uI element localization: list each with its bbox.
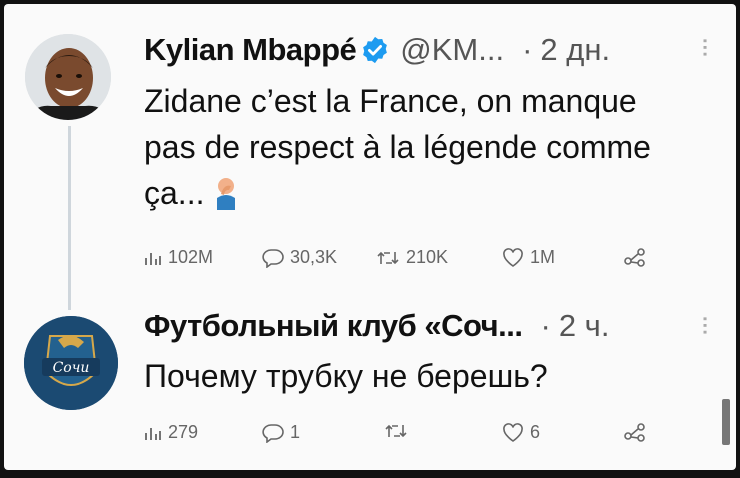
retweet-icon xyxy=(385,424,407,438)
retweet-icon xyxy=(377,251,399,264)
like-icon xyxy=(503,247,523,267)
avatar-mbappe-illustration xyxy=(25,34,111,120)
tweet-header: Футбольный клуб «Соч... · 2 ч. xyxy=(144,308,609,344)
share-icon xyxy=(624,423,645,442)
tweet-text: Zidane c’est la France, on manque pas de… xyxy=(144,78,724,216)
like-count: 1M xyxy=(530,247,556,267)
tweet-text: Почему трубку не берешь? xyxy=(144,358,548,394)
retweet-stat[interactable] xyxy=(384,422,414,440)
reply-count: 30,3K xyxy=(290,247,338,267)
author-name[interactable]: Kylian Mbappé xyxy=(144,32,357,68)
reply-stat[interactable]: 1 xyxy=(262,422,300,443)
reply-icon xyxy=(262,248,284,268)
author-name[interactable]: Футбольный клуб «Соч... xyxy=(144,308,523,344)
tweet-text-line-content: ça... xyxy=(144,175,205,211)
scrollbar[interactable] xyxy=(722,399,730,445)
tweet-time[interactable]: 2 ч. xyxy=(559,308,610,344)
separator-dot: · xyxy=(540,308,551,343)
verified-badge-icon xyxy=(363,36,388,64)
tweet-text-line: pas de respect à la légende comme xyxy=(144,129,651,165)
fc-sochi-logo-icon: Сочи xyxy=(24,316,118,410)
share-button[interactable] xyxy=(624,422,646,442)
author-handle[interactable]: @KM... xyxy=(400,32,504,68)
reply-icon xyxy=(262,423,284,443)
facepalm-emoji-icon xyxy=(217,178,236,210)
tweet-thread: Kylian Mbappé @KM... · 2 дн. ··· Zidane … xyxy=(4,4,736,470)
more-icon[interactable]: ··· xyxy=(693,38,715,58)
retweet-stat[interactable]: 210K xyxy=(376,247,448,268)
tweet-header: Kylian Mbappé @KM... · 2 дн. xyxy=(144,32,610,68)
views-count: 279 xyxy=(168,422,199,442)
fc-sochi-logo-text: Сочи xyxy=(53,360,90,376)
separator-dot: · xyxy=(522,32,533,67)
tweet-text-line: Zidane c’est la France, on manque xyxy=(144,83,637,119)
like-count: 6 xyxy=(530,422,541,442)
views-stat[interactable]: 102M xyxy=(144,247,213,268)
views-stat[interactable]: 279 xyxy=(144,422,198,443)
tweet-text-line: ça... xyxy=(144,170,724,216)
like-stat[interactable]: 6 xyxy=(502,422,540,443)
more-icon[interactable]: ··· xyxy=(693,316,715,336)
retweet-count: 210K xyxy=(406,247,449,267)
like-stat[interactable]: 1M xyxy=(502,247,555,268)
avatar-mbappe[interactable] xyxy=(25,34,111,120)
reply-stat[interactable]: 30,3K xyxy=(262,247,337,268)
avatar-fc-sochi[interactable]: Сочи xyxy=(24,316,118,410)
tweet-actions: 279 1 6 xyxy=(144,422,664,452)
views-icon xyxy=(145,427,161,440)
like-icon xyxy=(503,422,523,442)
views-icon xyxy=(145,252,161,265)
reply-count: 1 xyxy=(290,422,301,442)
tweet-time[interactable]: 2 дн. xyxy=(540,32,610,68)
views-count: 102M xyxy=(168,247,214,267)
share-icon xyxy=(624,248,645,267)
tweet-actions: 102M 30,3K 210K 1M xyxy=(144,247,664,277)
share-button[interactable] xyxy=(624,247,646,267)
